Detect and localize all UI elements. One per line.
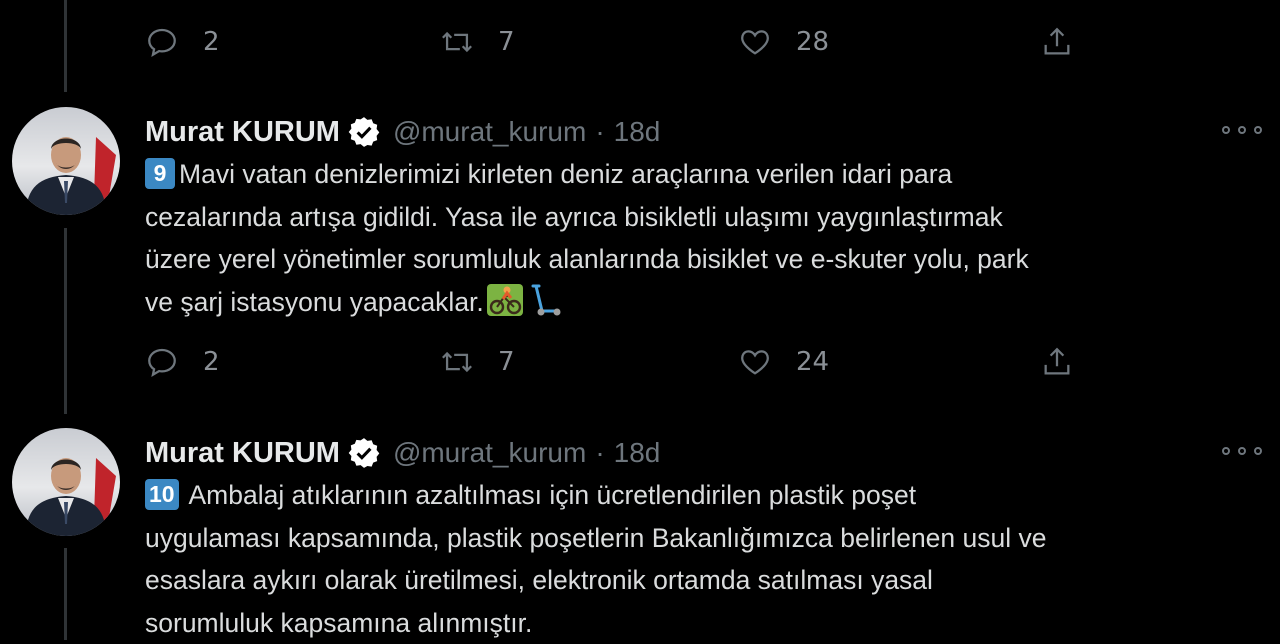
retweet-icon	[442, 31, 472, 53]
share-icon	[1044, 347, 1070, 375]
thread-line	[64, 0, 67, 92]
reply-icon	[148, 28, 176, 58]
reply-button[interactable]: 2	[145, 20, 220, 64]
verified-badge-icon	[348, 117, 380, 147]
more-dot-icon	[1238, 126, 1246, 134]
tweet-header: Murat KURUM @murat_kurum · 18d	[145, 430, 660, 476]
author-name[interactable]: Murat KURUM	[145, 437, 340, 470]
timestamp[interactable]: 18d	[614, 116, 661, 148]
top-action-bar: 2 7 28	[145, 20, 1245, 64]
retweet-button[interactable]: 7	[440, 20, 515, 64]
separator-dot: ·	[595, 437, 605, 468]
heart-icon	[741, 350, 769, 375]
keycap-number-badge: 10	[145, 479, 179, 510]
more-dot-icon	[1254, 447, 1262, 455]
author-handle[interactable]: @murat_kurum	[393, 437, 586, 469]
more-dot-icon	[1222, 447, 1230, 455]
more-dot-icon	[1238, 447, 1246, 455]
retweet-icon	[442, 351, 472, 373]
profile-photo	[26, 137, 116, 215]
share-button[interactable]	[1040, 340, 1074, 384]
retweet-count: 7	[498, 347, 515, 377]
like-button[interactable]: 28	[738, 20, 829, 64]
more-dot-icon	[1254, 126, 1262, 134]
keycap-number-badge: 9	[145, 158, 175, 189]
retweet-button[interactable]: 7	[440, 340, 515, 384]
more-options-button[interactable]	[1222, 436, 1262, 466]
reply-icon	[148, 348, 176, 378]
heart-icon	[741, 30, 769, 55]
profile-photo	[26, 458, 116, 536]
tweet-header: Murat KURUM @murat_kurum · 18d	[145, 109, 660, 155]
tweet-text: 9 Mavi vatan denizlerimizi kirleten deniz…	[145, 153, 1265, 323]
verified-badge-icon	[348, 438, 380, 468]
share-button[interactable]	[1040, 20, 1074, 64]
tweet-body: Ambalaj atıklarının azaltılması için ücr…	[145, 480, 1047, 638]
author-name[interactable]: Murat KURUM	[145, 116, 340, 149]
kick-scooter-icon	[531, 284, 561, 315]
avatar[interactable]	[12, 428, 120, 536]
separator-dot: ·	[595, 116, 605, 147]
tweet-text: 10 Ambalaj atıklarının azaltılması için …	[145, 474, 1265, 644]
reply-count: 2	[203, 347, 220, 377]
tweet-body: Mavi vatan denizlerimizi kirleten deniz …	[145, 159, 1029, 317]
person-biking-icon	[486, 283, 523, 316]
timestamp[interactable]: 18d	[614, 437, 661, 469]
tweet[interactable]: Murat KURUM @murat_kurum · 18d 10 Ambala…	[0, 428, 1280, 640]
more-options-button[interactable]	[1222, 115, 1262, 145]
tweet-action-bar: 2 7 24	[145, 340, 1245, 384]
like-button[interactable]: 24	[738, 340, 829, 384]
share-icon	[1044, 27, 1070, 55]
like-count: 28	[796, 27, 830, 57]
reply-button[interactable]: 2	[145, 340, 220, 384]
author-handle[interactable]: @murat_kurum	[393, 116, 586, 148]
more-dot-icon	[1222, 126, 1230, 134]
retweet-count: 7	[498, 27, 515, 57]
avatar[interactable]	[12, 107, 120, 215]
reply-count: 2	[203, 27, 220, 57]
like-count: 24	[796, 347, 830, 377]
